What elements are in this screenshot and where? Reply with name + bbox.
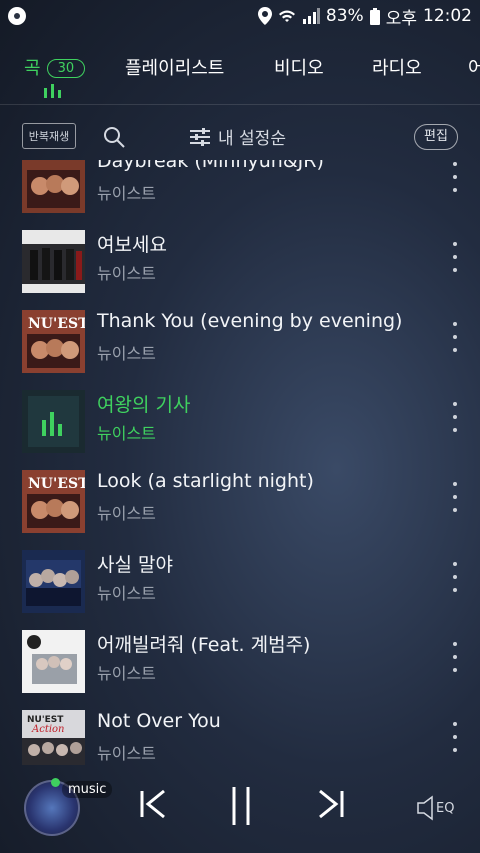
search-icon[interactable] xyxy=(102,125,126,149)
tab-playlists[interactable]: 플레이리스트 xyxy=(125,54,224,80)
sliders-icon xyxy=(190,127,210,146)
app-logo-icon xyxy=(8,7,26,25)
wifi-icon xyxy=(278,10,295,22)
eq-button[interactable]: EQ xyxy=(416,795,454,821)
song-row[interactable]: Daybreak (Minhyun&JR) 뉴이스트 xyxy=(0,160,480,222)
list-toolbar: 반복재생 내 설정순 편집 xyxy=(0,116,480,158)
more-options-icon[interactable] xyxy=(448,242,462,272)
song-title: Thank You (evening by evening) xyxy=(97,310,403,332)
song-artist: 뉴이스트 xyxy=(97,504,156,523)
album-art-nuest-canvas: NU'EST xyxy=(22,310,85,373)
song-artist: 뉴이스트 xyxy=(97,424,156,443)
category-tabs: 곡 30 플레이리스트 비디오 라디오 어 xyxy=(0,42,480,102)
tab-songs-label: 곡 xyxy=(24,58,41,79)
location-icon xyxy=(257,7,272,25)
album-art-logo: NU'EST xyxy=(28,476,85,492)
song-title: Look (a starlight night) xyxy=(97,470,314,492)
status-indicators: 83% 오후 12:02 xyxy=(257,4,472,29)
status-bar: 83% 오후 12:02 xyxy=(0,0,480,32)
repeat-button[interactable]: 반복재생 xyxy=(22,123,76,149)
pause-icon[interactable] xyxy=(228,785,254,827)
album-art-nuest-canvas xyxy=(22,160,85,213)
song-title: Not Over You xyxy=(97,710,221,732)
mini-player: music EQ xyxy=(0,765,480,853)
song-title: Daybreak (Minhyun&JR) xyxy=(97,160,324,172)
more-options-icon[interactable] xyxy=(448,162,462,192)
song-row-playing[interactable]: 여왕의 기사 뉴이스트 xyxy=(0,382,480,462)
song-artist: 뉴이스트 xyxy=(97,584,156,603)
album-art-subtitle: Action xyxy=(31,724,65,735)
album-art-hello xyxy=(22,230,85,293)
tab-songs[interactable]: 곡 30 xyxy=(24,54,86,80)
song-row[interactable]: 여보세요 뉴이스트 xyxy=(0,222,480,302)
sort-label: 내 설정순 xyxy=(218,129,286,149)
song-artist: 뉴이스트 xyxy=(97,344,156,363)
tab-radio[interactable]: 라디오 xyxy=(372,54,422,80)
album-art-queens-knight xyxy=(22,390,85,453)
more-options-icon[interactable] xyxy=(448,402,462,432)
speaker-icon xyxy=(417,795,433,821)
album-art-nuest-canvas: NU'EST xyxy=(22,470,85,533)
song-artist: 뉴이스트 xyxy=(97,264,156,283)
more-options-icon[interactable] xyxy=(448,722,462,752)
now-playing-equalizer-icon xyxy=(44,84,61,98)
song-title: 여왕의 기사 xyxy=(97,394,191,416)
song-artist: 뉴이스트 xyxy=(97,184,156,203)
song-row[interactable]: 어깨빌려줘 (Feat. 계범주) 뉴이스트 xyxy=(0,622,480,702)
battery-icon xyxy=(369,7,380,25)
previous-track-icon[interactable] xyxy=(138,787,168,821)
eq-label: EQ xyxy=(436,800,455,816)
status-ampm: 오후 xyxy=(385,8,417,29)
album-art-actually xyxy=(22,550,85,613)
player-source-label: music xyxy=(62,781,113,798)
battery-percent: 83% xyxy=(325,6,364,26)
tab-videos[interactable]: 비디오 xyxy=(274,54,324,80)
song-list: Daybreak (Minhyun&JR) 뉴이스트 여보세요 뉴이스트 NU'… xyxy=(0,160,480,765)
more-options-icon[interactable] xyxy=(448,322,462,352)
song-row[interactable]: NU'EST Action Not Over You 뉴이스트 xyxy=(0,702,480,765)
song-title: 여보세요 xyxy=(97,234,167,256)
song-row[interactable]: NU'EST Look (a starlight night) 뉴이스트 xyxy=(0,462,480,542)
tab-next[interactable]: 어 xyxy=(468,54,480,80)
live-indicator xyxy=(51,778,60,787)
song-title: 사실 말야 xyxy=(97,554,173,576)
next-track-icon[interactable] xyxy=(316,787,346,821)
more-options-icon[interactable] xyxy=(448,562,462,592)
song-artist: 뉴이스트 xyxy=(97,664,156,683)
more-options-icon[interactable] xyxy=(448,482,462,512)
song-row[interactable]: NU'EST Thank You (evening by evening) 뉴이… xyxy=(0,302,480,382)
sort-button[interactable]: 내 설정순 xyxy=(190,124,286,149)
song-artist: 뉴이스트 xyxy=(97,744,156,763)
status-time: 12:02 xyxy=(423,6,472,26)
signal-icon xyxy=(302,8,320,24)
tab-divider xyxy=(0,104,480,105)
song-row[interactable]: 사실 말야 뉴이스트 xyxy=(0,542,480,622)
song-title: 어깨빌려줘 (Feat. 계범주) xyxy=(97,634,311,656)
album-art-logo: NU'EST xyxy=(28,316,85,332)
more-options-icon[interactable] xyxy=(448,642,462,672)
edit-button[interactable]: 편집 xyxy=(414,124,458,150)
album-art-action: NU'EST Action xyxy=(22,710,85,765)
album-art-sleep-talking xyxy=(22,630,85,693)
song-count-badge: 30 xyxy=(46,59,86,78)
